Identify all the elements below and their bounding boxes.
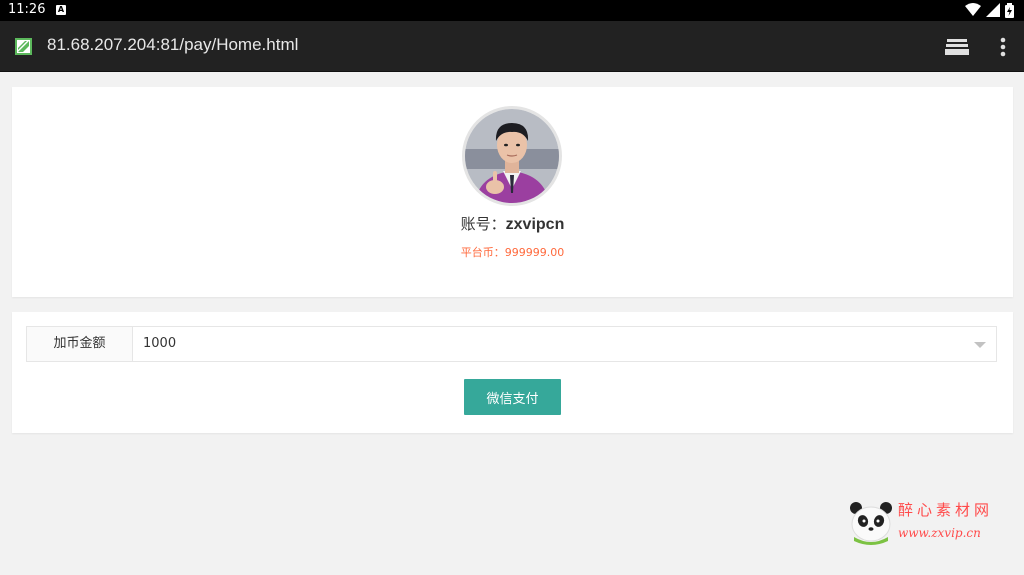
status-time: 11:26 — [8, 2, 46, 17]
balance-line: 平台币：999999.00 — [12, 244, 1013, 260]
account-label: 账号： — [460, 215, 506, 233]
avatar — [462, 106, 562, 206]
watermark-brand: 醉心素材网 — [898, 501, 994, 519]
overflow-menu-icon[interactable] — [993, 35, 1013, 59]
battery-icon — [1005, 3, 1014, 18]
signal-icon — [985, 3, 1000, 17]
browser-toolbar: 81.68.207.204:81/pay/Home.html — [0, 21, 1024, 72]
amount-select-value: 1000 — [143, 336, 177, 351]
url-bar[interactable]: 81.68.207.204:81/pay/Home.html — [47, 35, 298, 55]
watermark-url: www.zxvip.cn — [898, 526, 981, 540]
watermark: 醉心素材网 www.zxvip.cn — [848, 497, 1018, 547]
panda-logo-icon — [850, 502, 892, 545]
profile-card: 账号：zxvipcn 平台币：999999.00 — [12, 87, 1013, 297]
amount-label: 加币金额 — [27, 327, 133, 361]
chevron-down-icon — [974, 342, 986, 348]
account-value: zxvipcn — [505, 216, 565, 233]
status-bar: 11:26 A — [0, 0, 1024, 21]
wechat-pay-button[interactable]: 微信支付 — [464, 379, 561, 415]
site-favicon-icon — [15, 38, 32, 55]
payment-card: 加币金额 1000 微信支付 — [12, 312, 1013, 433]
a-icon: A — [56, 5, 66, 15]
account-line: 账号：zxvipcn — [12, 213, 1013, 234]
status-icons — [964, 3, 1014, 18]
amount-select[interactable]: 1000 — [133, 327, 996, 361]
tabs-icon[interactable] — [945, 37, 969, 57]
amount-row: 加币金额 1000 — [26, 326, 997, 362]
wifi-icon — [964, 3, 981, 16]
balance-value: 999999.00 — [504, 246, 565, 259]
avatar-image — [465, 109, 559, 203]
balance-label: 平台币： — [460, 246, 505, 259]
